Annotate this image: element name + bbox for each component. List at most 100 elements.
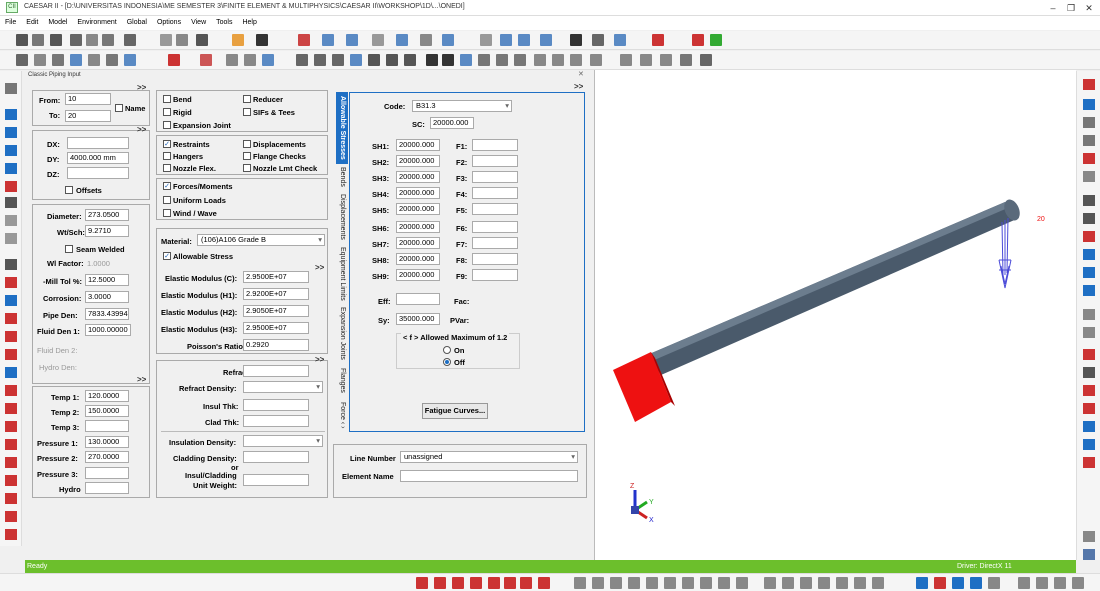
list-view-icon[interactable] [88, 54, 100, 66]
wire-view-icon[interactable] [478, 54, 490, 66]
top-view-icon[interactable] [570, 54, 582, 66]
show-wind-icon[interactable] [1083, 267, 1095, 278]
pipe-icon[interactable] [244, 54, 256, 66]
f7-input[interactable] [472, 237, 518, 249]
pipe-tool-icon[interactable] [5, 197, 17, 208]
menu-edit[interactable]: Edit [21, 16, 43, 30]
show-weight-icon[interactable] [1018, 577, 1030, 589]
restraint-icon[interactable] [396, 34, 408, 46]
tab-allowable-stresses[interactable]: Allowable Stresses [336, 92, 348, 164]
camera-icon[interactable] [680, 54, 692, 66]
spring-icon[interactable] [200, 54, 212, 66]
bottom-view-icon[interactable] [590, 54, 602, 66]
show-thermal-icon[interactable] [1036, 577, 1048, 589]
wt-sch-input[interactable]: 9.2710 [85, 225, 129, 237]
batch-run-icon[interactable] [652, 34, 664, 46]
left-view-icon[interactable] [620, 54, 632, 66]
line-number-select[interactable]: unassigned [400, 451, 578, 463]
show-limit-icon[interactable] [800, 577, 812, 589]
eff-input[interactable] [396, 293, 440, 305]
refract-density-select[interactable] [243, 381, 323, 393]
show-rigid-icon[interactable] [610, 577, 622, 589]
show-hangers-icon[interactable] [1083, 153, 1095, 164]
f4-input[interactable] [472, 187, 518, 199]
fatigue-curves-button[interactable]: Fatigue Curves... [422, 403, 488, 419]
dim-icon[interactable] [592, 34, 604, 46]
f9-input[interactable] [472, 269, 518, 281]
show-offsets-icon[interactable] [1083, 309, 1095, 320]
flange-tool-icon[interactable] [5, 331, 17, 342]
tab-flanges[interactable]: Flanges [336, 364, 348, 396]
list-icon[interactable] [196, 34, 208, 46]
tab-bends[interactable]: Bends [336, 166, 348, 188]
binoculars-icon[interactable] [614, 34, 626, 46]
code-select[interactable]: B31.3 [412, 100, 512, 112]
nodes-expand-button[interactable]: >> [137, 83, 146, 92]
valve-tool-icon[interactable] [5, 313, 17, 324]
elastic-c-input[interactable]: 2.9500E+07 [243, 271, 309, 283]
ruler-icon[interactable] [570, 34, 582, 46]
reducer-checkbox[interactable] [243, 95, 251, 103]
menu-environment[interactable]: Environment [72, 16, 121, 30]
f5-input[interactable] [472, 203, 518, 215]
pipe-den-input[interactable]: 7833.43994 [85, 308, 129, 320]
element-name-input[interactable] [400, 470, 578, 482]
tab-force-more[interactable]: Force ‹ › [336, 398, 348, 432]
show-hanger-icon[interactable] [736, 577, 748, 589]
e-list-icon[interactable] [504, 577, 516, 589]
f3-input[interactable] [472, 171, 518, 183]
dy-input[interactable]: 4000.000 mm [67, 152, 129, 164]
restraints-checkbox[interactable]: ✓ [163, 140, 171, 148]
grid-icon[interactable] [34, 54, 46, 66]
flange-icon[interactable] [480, 34, 492, 46]
forces-moments-checkbox[interactable]: ✓ [163, 182, 171, 190]
prev-element-icon[interactable] [5, 127, 17, 138]
elastic-h1-input[interactable]: 2.9200E+07 [243, 288, 309, 300]
center-view-icon[interactable] [514, 54, 526, 66]
reducer-tool-icon[interactable] [5, 403, 17, 414]
back-view-icon[interactable] [552, 54, 564, 66]
cladding-density-input[interactable] [243, 451, 309, 463]
show-temperature-icon[interactable] [1083, 349, 1095, 360]
show-diameters-icon[interactable] [1083, 213, 1095, 224]
show-anchors-icon[interactable] [1083, 99, 1095, 110]
sh9-input[interactable]: 20000.000 [396, 269, 440, 281]
nozzle-lmt-checkbox[interactable] [243, 164, 251, 172]
iso-view-icon[interactable] [660, 54, 672, 66]
print-icon[interactable] [124, 34, 136, 46]
close-icon[interactable]: ✕ [1082, 2, 1096, 14]
show-force-arrows-icon[interactable] [916, 577, 928, 589]
save-icon[interactable] [50, 34, 62, 46]
clad-thk-input[interactable] [243, 415, 309, 427]
displacements-checkbox[interactable] [243, 140, 251, 148]
next-element-icon[interactable] [5, 109, 17, 120]
minimize-icon[interactable]: – [1046, 2, 1060, 14]
show-pressure-icon[interactable] [1083, 367, 1095, 378]
to-node-input[interactable]: 20 [65, 110, 111, 122]
model-viewport[interactable]: 20 Z Y X [594, 70, 1076, 560]
hangers-checkbox[interactable] [163, 152, 171, 160]
material-expand-button[interactable]: >> [315, 263, 324, 272]
dx-input[interactable] [67, 137, 129, 149]
panel-pin-icon[interactable]: ✕ [578, 70, 588, 80]
sy-input[interactable]: 35000.000 [396, 313, 440, 325]
menu-options[interactable]: Options [152, 16, 186, 30]
show-sifs-icon[interactable] [1083, 195, 1095, 206]
tab-displacements[interactable]: Displacements [336, 190, 348, 244]
dz-input[interactable] [67, 167, 129, 179]
angle-icon[interactable] [372, 34, 384, 46]
pressure-3-input[interactable] [85, 467, 129, 479]
star-icon[interactable] [692, 34, 704, 46]
menu-view[interactable]: View [186, 16, 211, 30]
pipe-element[interactable] [647, 197, 1023, 375]
view-dropdown-icon[interactable] [700, 54, 712, 66]
paste-icon[interactable] [102, 34, 114, 46]
move-icon[interactable] [386, 54, 398, 66]
last-element-icon[interactable] [5, 163, 17, 174]
fmax-off-radio[interactable] [443, 358, 451, 366]
show-flange-icon[interactable] [664, 577, 676, 589]
temp-2-input[interactable]: 150.0000 [85, 405, 129, 417]
f2-input[interactable] [472, 155, 518, 167]
duplicate-icon[interactable] [5, 295, 17, 306]
chart-icon[interactable] [226, 54, 238, 66]
